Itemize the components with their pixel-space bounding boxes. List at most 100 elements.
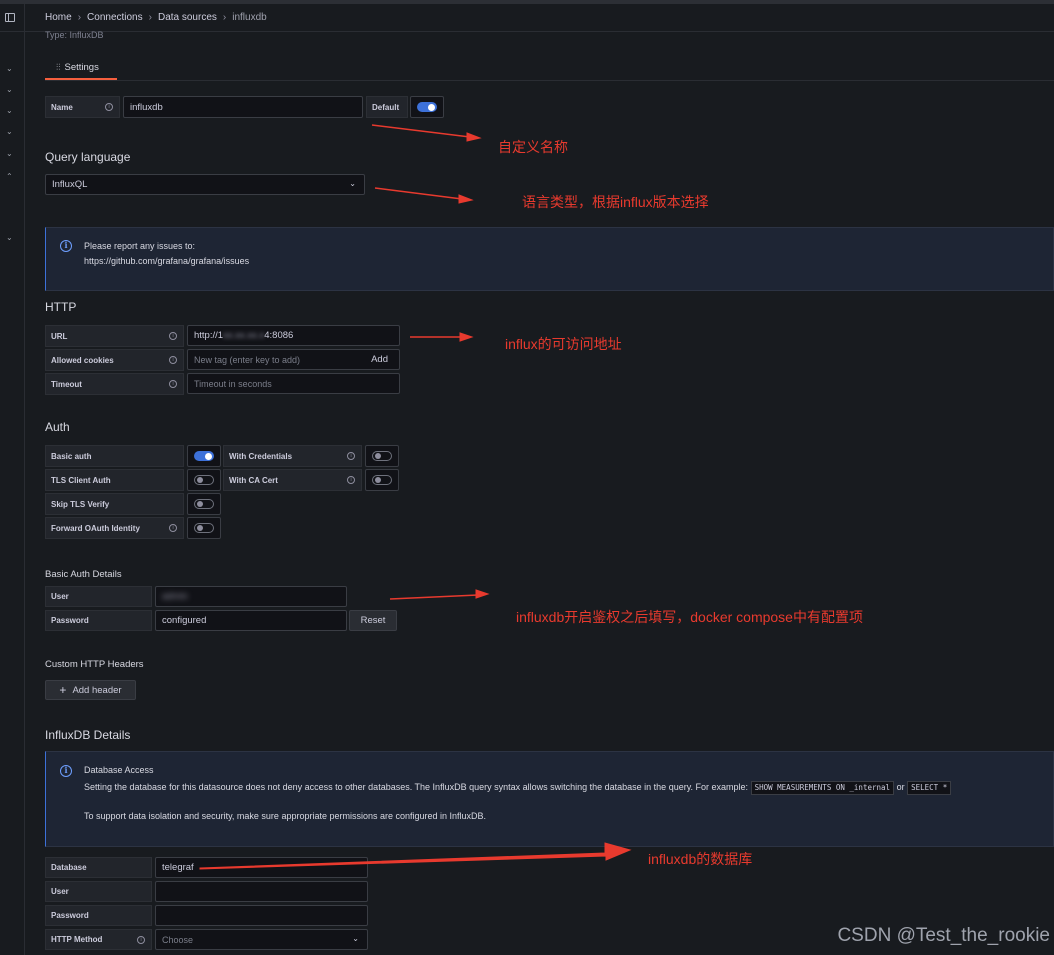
add-header-button[interactable]: + Add header bbox=[45, 680, 136, 700]
forward-oauth-switch-box bbox=[187, 517, 221, 539]
influxdb-details-title: InfluxDB Details bbox=[45, 728, 131, 742]
database-access-line1: Setting the database for this datasource… bbox=[84, 780, 952, 795]
default-toggle[interactable] bbox=[417, 102, 437, 112]
tls-client-auth-toggle[interactable] bbox=[194, 475, 214, 485]
database-access-line2: To support data isolation and security, … bbox=[84, 811, 487, 821]
tab-settings[interactable]: ⫶⫶ Settings bbox=[45, 58, 117, 80]
database-access-text: Setting the database for this datasource… bbox=[84, 782, 749, 792]
query-language-title: Query language bbox=[45, 150, 131, 164]
reset-password-button[interactable]: Reset bbox=[349, 610, 397, 631]
info-icon[interactable]: i bbox=[169, 524, 177, 532]
arrow-language bbox=[374, 187, 463, 200]
name-input[interactable]: influxdb bbox=[123, 96, 363, 118]
basic-user-label: User bbox=[45, 586, 152, 607]
breadcrumb-connections[interactable]: Connections bbox=[87, 12, 143, 23]
default-label-text: Default bbox=[372, 102, 400, 112]
basic-auth-toggle[interactable] bbox=[194, 451, 214, 461]
report-alert-link[interactable]: https://github.com/grafana/grafana/issue… bbox=[84, 254, 249, 269]
database-label: Database bbox=[45, 857, 152, 878]
chevron-down-icon: ⌄ bbox=[349, 178, 356, 188]
basic-password-label: Password bbox=[45, 610, 152, 631]
sidebar-chevron-down-icon[interactable]: ⌄ bbox=[6, 106, 13, 115]
basic-password-input[interactable]: configured bbox=[155, 610, 347, 631]
or-text: or bbox=[896, 782, 905, 792]
sidebar-chevron-down-icon[interactable]: ⌄ bbox=[6, 127, 13, 136]
info-icon[interactable]: i bbox=[347, 452, 355, 460]
timeout-label-text: Timeout bbox=[51, 379, 82, 389]
skip-tls-switch-box bbox=[187, 493, 221, 515]
annotation-name: 自定义名称 bbox=[498, 139, 568, 155]
url-input[interactable]: http://1 xx.xx.xx.x 4:8086 bbox=[187, 325, 400, 346]
allowed-cookies-input[interactable]: New tag (enter key to add) Add bbox=[187, 349, 400, 370]
allowed-cookies-placeholder: New tag (enter key to add) bbox=[194, 354, 301, 365]
info-icon[interactable]: i bbox=[137, 935, 145, 944]
add-cookie-button[interactable]: Add bbox=[371, 354, 388, 365]
dock-menu-icon[interactable] bbox=[5, 13, 15, 22]
with-credentials-toggle[interactable] bbox=[372, 451, 392, 461]
http-method-placeholder: Choose bbox=[162, 934, 194, 945]
http-title: HTTP bbox=[45, 300, 77, 314]
breadcrumb: Home › Connections › Data sources › influxd… bbox=[45, 12, 267, 23]
sidebar-chevron-down-icon[interactable]: ⌄ bbox=[6, 233, 13, 242]
info-icon[interactable]: i bbox=[169, 332, 177, 340]
info-circle-icon: i bbox=[60, 240, 72, 252]
info-circle-icon: i bbox=[60, 765, 72, 777]
info-icon[interactable]: i bbox=[347, 476, 355, 484]
with-ca-cert-toggle[interactable] bbox=[372, 475, 392, 485]
sliders-icon: ⫶⫶ bbox=[56, 62, 61, 72]
database-access-title: Database Access bbox=[84, 765, 154, 775]
info-icon[interactable]: i bbox=[169, 380, 177, 388]
allowed-cookies-label: Allowed cookies i bbox=[45, 349, 184, 371]
influx-user-label-text: User bbox=[51, 887, 69, 896]
arrowhead-url bbox=[459, 332, 474, 342]
arrowhead-language bbox=[458, 194, 474, 204]
add-header-label: Add header bbox=[72, 684, 122, 696]
sidebar-chevron-up-icon[interactable]: ⌃ bbox=[6, 172, 13, 181]
sidebar-chevron-down-icon[interactable]: ⌄ bbox=[6, 64, 13, 73]
influx-password-label-text: Password bbox=[51, 911, 89, 920]
influx-password-label: Password bbox=[45, 905, 152, 926]
annotation-url: influx的可访问地址 bbox=[505, 336, 622, 352]
custom-headers-title: Custom HTTP Headers bbox=[45, 659, 144, 670]
code-example-2: SELECT * bbox=[907, 781, 952, 795]
basic-user-value: admin bbox=[162, 591, 188, 602]
url-value-start: http://1 bbox=[194, 330, 224, 341]
influx-user-input[interactable] bbox=[155, 881, 368, 902]
forward-oauth-toggle[interactable] bbox=[194, 523, 214, 533]
sidebar-chevron-down-icon[interactable]: ⌄ bbox=[6, 149, 13, 158]
info-icon[interactable]: i bbox=[169, 356, 177, 364]
timeout-label: Timeout i bbox=[45, 373, 184, 395]
url-value-blurred: xx.xx.xx.x bbox=[223, 330, 265, 341]
info-icon[interactable]: i bbox=[105, 103, 113, 111]
with-credentials-switch-box bbox=[365, 445, 399, 467]
database-value: telegraf bbox=[162, 862, 194, 873]
basic-user-label-text: User bbox=[51, 592, 69, 601]
name-label: Name i bbox=[45, 96, 120, 118]
http-method-label: HTTP Method i bbox=[45, 929, 152, 950]
basic-password-label-text: Password bbox=[51, 616, 89, 625]
arrow-name bbox=[371, 124, 471, 138]
breadcrumb-home[interactable]: Home bbox=[45, 12, 72, 23]
query-language-select[interactable]: InfluxQL ⌄ bbox=[45, 174, 365, 195]
timeout-input[interactable]: Timeout in seconds bbox=[187, 373, 400, 394]
database-access-alert: i Database Access Setting the database f… bbox=[45, 751, 1054, 847]
report-issues-alert: i Please report any issues to: https://g… bbox=[45, 227, 1054, 291]
http-method-select[interactable]: Choose ⌄ bbox=[155, 929, 368, 950]
query-language-value: InfluxQL bbox=[52, 179, 88, 190]
skip-tls-toggle[interactable] bbox=[194, 499, 214, 509]
default-label: Default bbox=[366, 96, 408, 118]
name-input-value: influxdb bbox=[130, 101, 163, 113]
sidebar-chevron-down-icon[interactable]: ⌄ bbox=[6, 85, 13, 94]
tls-client-auth-switch-box bbox=[187, 469, 221, 491]
forward-oauth-label: Forward OAuth Identity i bbox=[45, 517, 184, 539]
arrowhead-name bbox=[466, 132, 482, 142]
basic-user-input[interactable]: admin bbox=[155, 586, 347, 607]
with-credentials-label-text: With Credentials bbox=[229, 451, 293, 461]
tab-settings-label: Settings bbox=[64, 62, 99, 73]
chevron-down-icon: ⌄ bbox=[352, 933, 359, 943]
influx-password-input[interactable] bbox=[155, 905, 368, 926]
database-input[interactable]: telegraf bbox=[155, 857, 368, 878]
arrow-auth bbox=[389, 594, 479, 600]
influx-user-label: User bbox=[45, 881, 152, 902]
breadcrumb-data-sources[interactable]: Data sources bbox=[158, 12, 217, 23]
